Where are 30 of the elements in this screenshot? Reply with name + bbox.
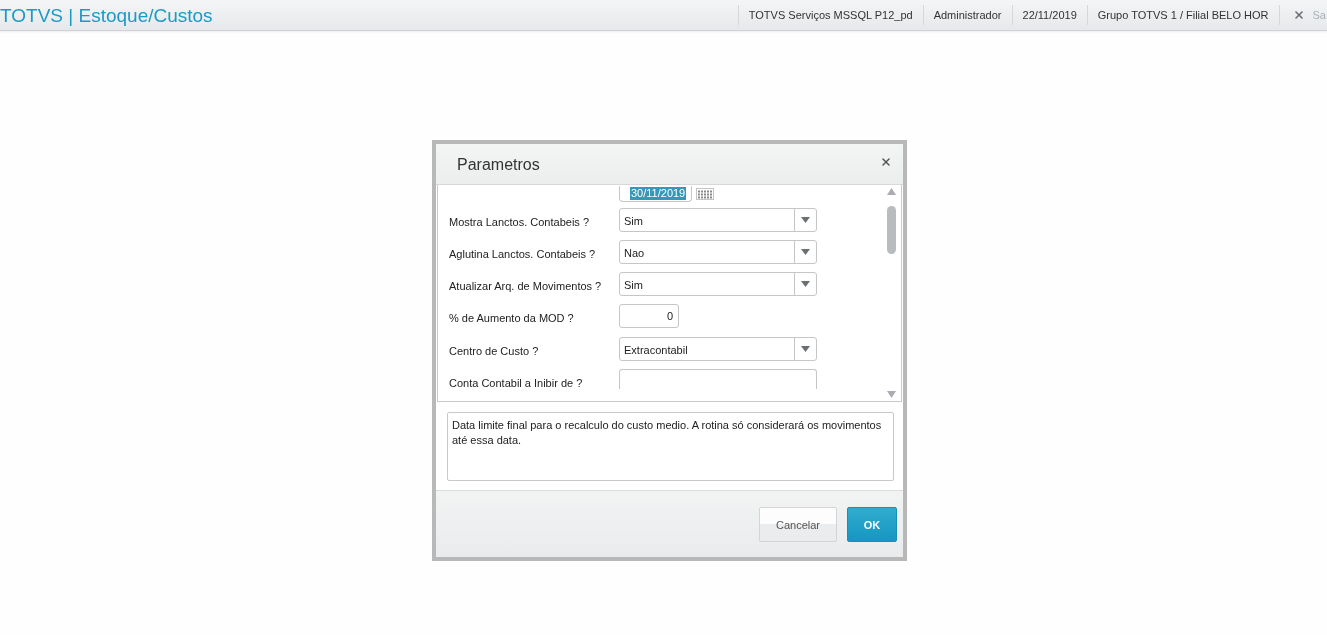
number-input[interactable]: 0 [619,304,679,329]
field-label: Atualizar Arq. de Movimentos ? [449,280,602,293]
field-label: Aglutina Lanctos. Contabeis ? [449,248,596,260]
scroll-up-icon[interactable] [887,188,896,195]
caret-icon [801,216,810,223]
help-text: Data limite final para o recalculo do custo medio. A rotina só considerará os movimentos até essa data. [447,412,894,481]
header-info: Administrador [922,5,1012,25]
scroll-down-icon[interactable] [887,391,896,398]
close-icon[interactable] [1292,9,1305,21]
field-label: Centro de Custo ? [449,344,539,357]
caret-icon [801,345,810,352]
field-label: Conta Contabil a Inibir de ? [449,376,583,389]
select-field[interactable]: Nao [619,240,817,264]
caret-icon [801,249,810,255]
select-field[interactable]: Sim [619,207,817,232]
app-title: TOTVS | Estoque/Custos [0,4,213,27]
select-field[interactable]: Extracontabil [619,336,817,361]
scrollbar-thumb[interactable] [887,206,896,254]
dialog-title: Parametros [457,156,540,174]
caret-icon [801,281,810,288]
close-button[interactable] [880,156,892,168]
select-field[interactable]: Sim [619,272,817,297]
calendar-icon[interactable] [696,188,714,200]
header-info: Grupo TOTVS 1 / Filial BELO HOR [1086,5,1279,25]
header-info: TOTVS Serviços MSSQL P12_pd [737,5,923,25]
header-info: 22/11/2019 [1011,5,1087,25]
text-input[interactable] [619,368,817,389]
cancel-button[interactable]: Cancelar [759,507,837,542]
field-label: % de Aumento da MOD ? [449,312,574,325]
field-label: Mostra Lanctos. Contabeis ? [449,215,590,228]
